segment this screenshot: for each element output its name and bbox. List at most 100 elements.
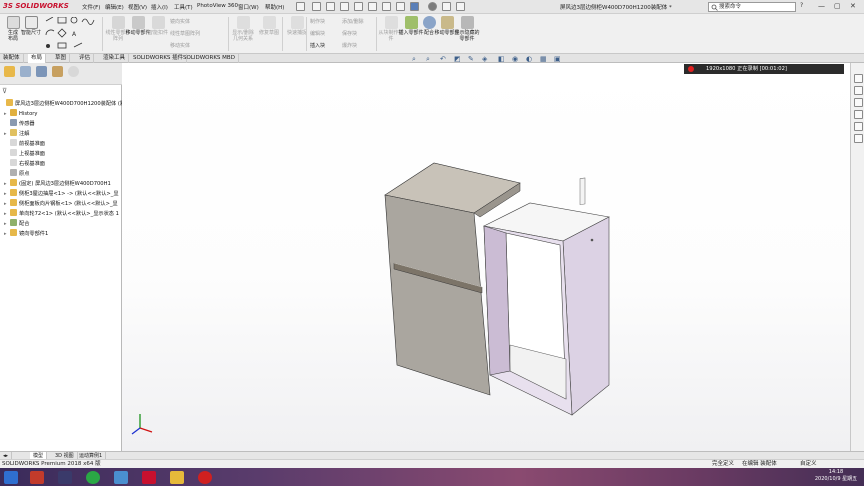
tree-item-icon: [10, 169, 17, 176]
new-file-icon[interactable]: [326, 2, 335, 11]
move-entity-tool[interactable]: 移动实体: [170, 42, 190, 49]
print-icon[interactable]: [368, 2, 377, 11]
screen-recorder-bar[interactable]: 1920x1080 正在录制 [00:01:02]: [684, 64, 844, 74]
close-button[interactable]: ✕: [850, 2, 856, 10]
menu-file[interactable]: 文件(F): [82, 3, 100, 11]
design-library-icon[interactable]: [854, 86, 863, 95]
rebuild-icon[interactable]: [428, 2, 437, 11]
filter-icon[interactable]: ⊽: [2, 87, 7, 95]
app-icon[interactable]: [58, 471, 72, 484]
clock-time: 14:18: [828, 469, 844, 475]
tab-solidworks-addins[interactable]: SOLIDWORKS 插件: [130, 54, 188, 63]
tree-item[interactable]: ▸ (固定) 屏风边3层边侧柜W400D700H1: [4, 179, 111, 189]
feature-tree-icon[interactable]: [4, 66, 15, 77]
tree-item[interactable]: ▸ 单向轮72<1> (默认<<默认>_显示状态 1: [4, 209, 119, 219]
recorder-icon[interactable]: [198, 471, 212, 484]
save-icon[interactable]: [354, 2, 363, 11]
tree-item[interactable]: 原点: [4, 169, 29, 179]
minimize-button[interactable]: —: [818, 2, 825, 10]
options-gear-icon[interactable]: [456, 2, 465, 11]
appearances-icon[interactable]: [854, 122, 863, 131]
dimxpert-icon[interactable]: [52, 66, 63, 77]
folder-icon[interactable]: [170, 471, 184, 484]
graphics-area[interactable]: [122, 63, 850, 451]
add-remove-tool[interactable]: 添加/删除: [342, 18, 364, 25]
wechat-icon[interactable]: [86, 471, 100, 484]
apply-scene-icon[interactable]: ▦: [540, 55, 547, 63]
tab-assembly[interactable]: 装配体: [0, 54, 24, 63]
tree-item[interactable]: 上视基准面: [4, 149, 45, 159]
tab-evaluate[interactable]: 评估: [76, 54, 95, 63]
menu-window[interactable]: 窗口(W): [238, 3, 259, 11]
display-manager-icon[interactable]: [68, 66, 79, 77]
tree-item[interactable]: ▸ 侧柜面板向片钢板<1> (默认<<默认>_显: [4, 199, 118, 209]
edit-block-tool[interactable]: 编辑块: [310, 30, 325, 37]
pin-icon[interactable]: [296, 2, 305, 11]
tree-item[interactable]: 右视基准面: [4, 159, 45, 169]
custom-properties-icon[interactable]: [854, 134, 863, 143]
file-properties-icon[interactable]: [442, 2, 451, 11]
undo-icon[interactable]: [382, 2, 391, 11]
edit-appearance-icon[interactable]: ◐: [526, 55, 532, 63]
zoom-to-fit-icon[interactable]: ⌕: [412, 55, 416, 64]
start-icon[interactable]: [4, 471, 18, 484]
help-icon[interactable]: ?: [800, 2, 803, 9]
home-icon[interactable]: [312, 2, 321, 11]
tree-item[interactable]: 屏风边3层边侧柜W400D700H1200装配体 (默: [0, 99, 125, 109]
menu-photoview[interactable]: PhotoView 360: [197, 3, 238, 9]
select-arrow-icon[interactable]: [410, 2, 419, 11]
save-block-tool[interactable]: 保存块: [342, 30, 357, 37]
redo-icon[interactable]: [396, 2, 405, 11]
sketch-entity-tools[interactable]: A: [44, 17, 99, 51]
hide-show-items-icon[interactable]: ◉: [512, 55, 518, 63]
view-palette-icon[interactable]: [854, 110, 863, 119]
browser-icon[interactable]: [114, 471, 128, 484]
solidworks-taskbar-icon[interactable]: [142, 471, 156, 484]
insert-block-tool[interactable]: 插入块: [310, 42, 325, 49]
tree-item[interactable]: ▸ 镜向零部件1: [4, 229, 48, 239]
show-hidden-components-button[interactable]: 显示隐藏的零部件: [454, 16, 480, 42]
tab-render-tools[interactable]: 渲染工具: [100, 54, 130, 63]
section-view-icon[interactable]: ◩: [454, 55, 461, 63]
tree-item[interactable]: ▸ History: [4, 109, 37, 119]
open-file-icon[interactable]: [340, 2, 349, 11]
mirror-entity-tool[interactable]: 镜向实体: [170, 18, 190, 25]
menu-help[interactable]: 帮助(H): [265, 3, 284, 11]
acrobat-icon[interactable]: [30, 471, 44, 484]
menu-tools[interactable]: 工具(T): [174, 3, 193, 11]
tree-item-label: 原点: [19, 171, 30, 177]
menu-view[interactable]: 视图(V): [128, 3, 147, 11]
tab-solidworks-mbd[interactable]: SOLIDWORKS MBD: [180, 54, 239, 63]
solidworks-resources-icon[interactable]: [854, 74, 863, 83]
tab-sketch[interactable]: 草图: [52, 54, 71, 63]
tab-layout[interactable]: 布局: [28, 54, 47, 63]
show-relations-button[interactable]: 显示/删除几何关系: [230, 16, 256, 42]
linear-sketch-pattern-tool[interactable]: 线性草图阵列: [170, 30, 200, 37]
file-explorer-icon[interactable]: [854, 98, 863, 107]
tree-item[interactable]: ▸ 配合: [4, 219, 29, 229]
tree-item[interactable]: 传感器: [4, 119, 35, 129]
make-block-tool[interactable]: 制作块: [310, 18, 325, 25]
previous-view-icon[interactable]: ↶: [440, 55, 446, 63]
tree-item[interactable]: 前视基准面: [4, 139, 45, 149]
repair-sketch-button[interactable]: 修复草图: [256, 16, 282, 36]
tree-item[interactable]: ▸ 侧柜3屋边抽屉<1> -> (默认<<默认>_显: [4, 189, 119, 199]
property-manager-icon[interactable]: [20, 66, 31, 77]
smart-dimension-button[interactable]: 智能尺寸: [18, 16, 44, 36]
system-clock[interactable]: 14:18 2020/10/9 星期五: [812, 469, 860, 483]
menu-insert[interactable]: 插入(I): [151, 3, 168, 11]
dynamic-annotation-icon[interactable]: ✎: [468, 55, 474, 63]
solidworks-logo[interactable]: 3S SOLIDWORKS: [3, 2, 69, 10]
view-settings-icon[interactable]: ▣: [554, 55, 561, 63]
explode-block-tool[interactable]: 爆炸块: [342, 42, 357, 49]
zoom-area-icon[interactable]: ⌕: [426, 55, 430, 64]
search-commands-input[interactable]: 搜索命令: [708, 2, 796, 12]
view-orientation-icon[interactable]: ◈: [482, 55, 487, 63]
configuration-manager-icon[interactable]: [36, 66, 47, 77]
cabinet-model[interactable]: [122, 63, 850, 451]
restore-button[interactable]: ▢: [834, 2, 841, 10]
smart-fastener-button[interactable]: 智能扣件: [145, 16, 171, 36]
display-style-icon[interactable]: ◧: [498, 55, 505, 63]
menu-edit[interactable]: 编辑(E): [105, 3, 124, 11]
tree-item[interactable]: ▸ 注解: [4, 129, 29, 139]
